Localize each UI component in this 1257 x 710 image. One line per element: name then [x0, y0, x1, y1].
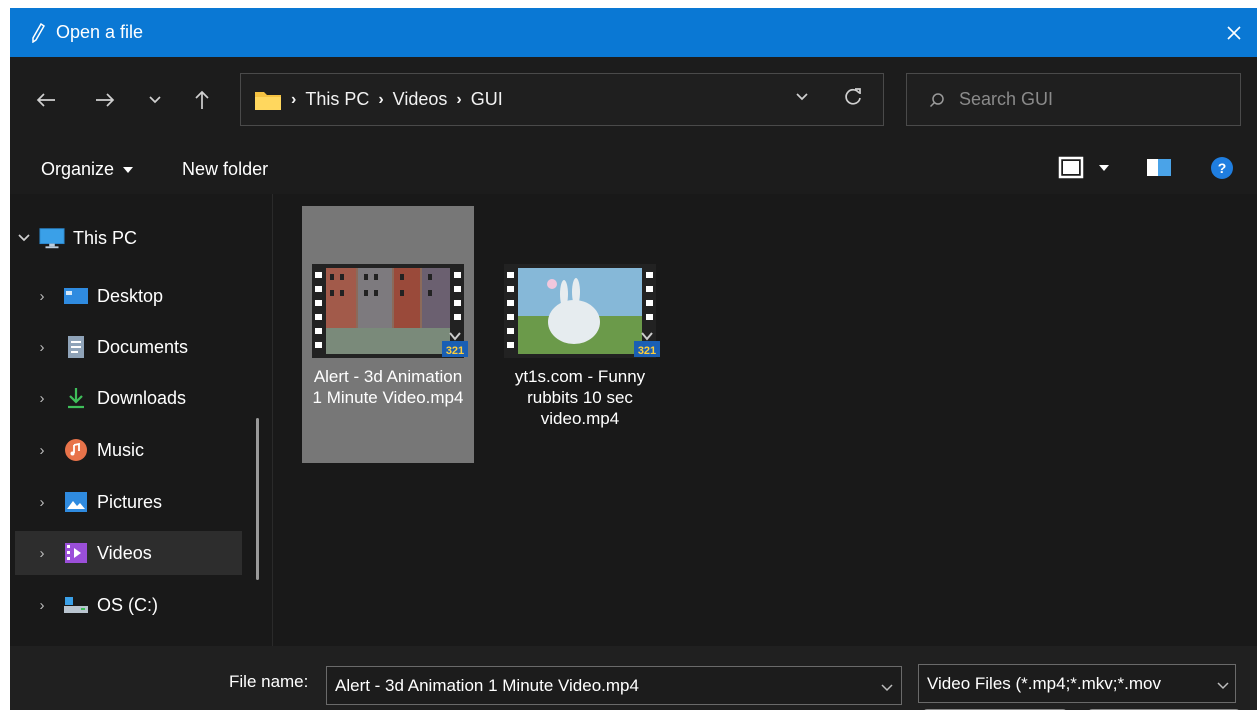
- file-name: yt1s.com - Funny rubbits 10 sec video.mp…: [514, 367, 646, 428]
- sidebar-item-music[interactable]: › Music: [15, 428, 242, 472]
- sidebar-scrollbar[interactable]: [256, 418, 259, 580]
- monitor-icon: [39, 227, 65, 249]
- svg-text:321: 321: [446, 345, 464, 357]
- sidebar-item-label: Desktop: [97, 285, 164, 306]
- file-type-dropdown-button[interactable]: [1213, 677, 1229, 695]
- documents-icon: [63, 336, 89, 358]
- svg-text:?: ?: [1218, 160, 1227, 176]
- back-button[interactable]: [29, 83, 63, 117]
- window-title: Open a file: [56, 22, 144, 42]
- caret-down-icon: [1099, 165, 1109, 171]
- title-bar: Open a file: [10, 8, 1257, 57]
- drive-icon: [63, 594, 89, 616]
- chevron-down-icon[interactable]: [15, 234, 33, 242]
- navigation-bar: › This PC › Videos › GUI Search GUI: [10, 57, 1257, 145]
- organize-label: Organize: [41, 159, 115, 179]
- chevron-right-icon[interactable]: ›: [33, 545, 51, 562]
- sidebar-item-label: Pictures: [97, 491, 163, 512]
- file-item[interactable]: 321 yt1s.com - Funny rubbits 10 sec vide…: [494, 206, 666, 463]
- pencil-icon: [20, 22, 56, 43]
- sidebar-item-label: Downloads: [97, 387, 187, 408]
- file-name-label: File name:: [229, 672, 309, 691]
- chevron-right-icon[interactable]: ›: [33, 390, 51, 407]
- file-name-value: Alert - 3d Animation 1 Minute Video.mp4: [335, 675, 639, 695]
- refresh-icon: [845, 88, 861, 105]
- new-folder-label: New folder: [182, 159, 269, 179]
- chevron-down-icon: [1217, 682, 1229, 690]
- file-type-value: Video Files (*.mp4;*.mkv;*.mov: [927, 673, 1161, 693]
- file-type-select[interactable]: Video Files (*.mp4;*.mkv;*.mov: [918, 664, 1236, 703]
- arrow-right-icon: [96, 93, 115, 107]
- media-player-badge-icon: 321: [632, 331, 662, 364]
- forward-button[interactable]: [88, 83, 122, 117]
- breadcrumb-gui[interactable]: GUI: [471, 89, 503, 110]
- chevron-down-icon: [149, 96, 161, 104]
- arrow-left-icon: [36, 93, 55, 107]
- folder-icon: [255, 91, 281, 110]
- sidebar-item-label: OS (C:): [97, 594, 158, 615]
- help-button[interactable]: ?: [1210, 156, 1234, 180]
- address-bar[interactable]: › This PC › Videos › GUI: [240, 73, 884, 126]
- chevron-right-icon[interactable]: ›: [33, 339, 51, 356]
- up-button[interactable]: [185, 83, 219, 117]
- help-icon: ?: [1211, 157, 1233, 179]
- new-folder-button[interactable]: New folder: [182, 159, 268, 180]
- media-player-badge-icon: 321: [440, 331, 470, 364]
- download-icon: [63, 387, 89, 409]
- sidebar-item-pictures[interactable]: › Pictures: [15, 480, 242, 524]
- chevron-right-icon[interactable]: ›: [33, 597, 51, 614]
- chevron-down-icon: [881, 684, 893, 692]
- sidebar-item-os-c[interactable]: › OS (C:): [15, 583, 242, 627]
- sidebar-item-downloads[interactable]: › Downloads: [15, 376, 242, 420]
- close-button[interactable]: [1211, 8, 1257, 57]
- arrow-up-icon: [195, 90, 209, 109]
- sidebar-item-label: This PC: [73, 227, 138, 248]
- command-toolbar: Organize New folder ?: [10, 145, 1257, 194]
- file-name-input[interactable]: Alert - 3d Animation 1 Minute Video.mp4: [326, 666, 902, 705]
- file-list: 321 Alert - 3d Animation 1 Minute Video.…: [273, 194, 1257, 646]
- chevron-right-icon[interactable]: ›: [33, 494, 51, 511]
- view-icon: [1058, 156, 1084, 179]
- sidebar-item-label: Documents: [97, 336, 189, 357]
- videos-icon: [63, 542, 89, 564]
- search-icon: [929, 92, 944, 107]
- recent-locations-button[interactable]: [138, 83, 172, 117]
- address-dropdown-button[interactable]: [795, 89, 809, 107]
- navigation-pane: This PC › Desktop › Documents › Download…: [10, 194, 272, 646]
- chevron-right-icon[interactable]: ›: [33, 288, 51, 305]
- preview-pane-button[interactable]: [1146, 156, 1172, 178]
- sidebar-item-videos[interactable]: › Videos: [15, 531, 242, 575]
- music-icon: [63, 439, 89, 461]
- breadcrumb-this-pc[interactable]: This PC: [305, 89, 369, 110]
- caret-down-icon: [123, 166, 134, 173]
- close-icon: [1227, 25, 1241, 40]
- sidebar-item-this-pc[interactable]: This PC: [15, 216, 242, 260]
- refresh-button[interactable]: [843, 87, 863, 112]
- organize-button[interactable]: Organize: [41, 159, 134, 180]
- search-placeholder: Search GUI: [959, 89, 1054, 109]
- desktop-icon: [63, 285, 89, 307]
- video-thumbnail: 321: [504, 264, 660, 358]
- search-box[interactable]: Search GUI: [906, 73, 1241, 126]
- chevron-right-icon[interactable]: ›: [33, 442, 51, 459]
- chevron-down-icon: [796, 93, 808, 101]
- view-options-button[interactable]: [1058, 156, 1110, 180]
- file-item[interactable]: 321 Alert - 3d Animation 1 Minute Video.…: [302, 206, 474, 463]
- sidebar-item-label: Videos: [97, 542, 152, 563]
- file-name-dropdown-button[interactable]: [881, 679, 893, 697]
- video-thumbnail: 321: [312, 264, 468, 358]
- breadcrumb-videos[interactable]: Videos: [393, 89, 448, 110]
- open-file-dialog: Open a file › This PC › Videos › GUI Sea…: [10, 8, 1257, 710]
- svg-text:321: 321: [638, 345, 656, 357]
- sidebar-item-documents[interactable]: › Documents: [15, 325, 242, 369]
- sidebar-item-label: Music: [97, 439, 145, 460]
- preview-pane-icon: [1147, 159, 1171, 176]
- file-name-bar: File name: Alert - 3d Animation 1 Minute…: [10, 646, 1257, 710]
- file-name: Alert - 3d Animation 1 Minute Video.mp4: [312, 367, 464, 407]
- sidebar-item-desktop[interactable]: › Desktop: [15, 274, 242, 318]
- pictures-icon: [63, 491, 89, 513]
